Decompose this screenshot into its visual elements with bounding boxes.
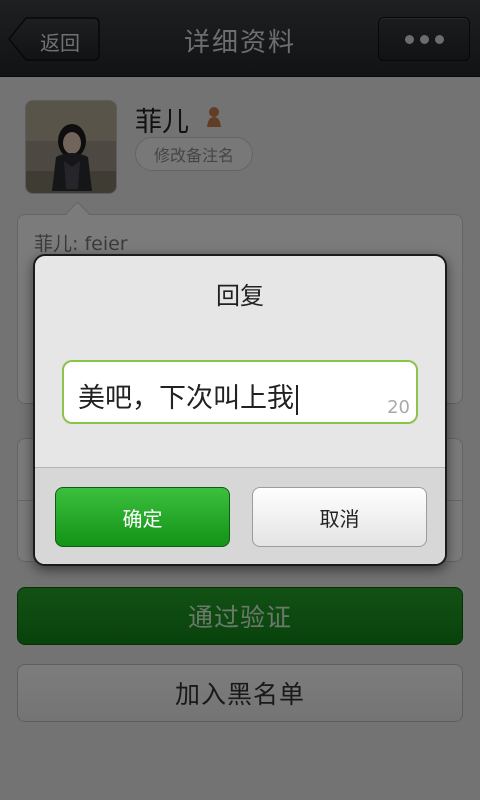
reply-input-text: 美吧，下次叫上我: [78, 376, 298, 415]
dialog-title: 回复: [216, 282, 264, 310]
text-caret: [296, 384, 298, 415]
char-counter: 20: [387, 397, 410, 418]
reply-input[interactable]: 美吧，下次叫上我 20: [62, 360, 418, 424]
cancel-button[interactable]: 取消: [252, 487, 427, 547]
dialog-footer: 确定 取消: [35, 467, 445, 564]
confirm-button[interactable]: 确定: [55, 487, 230, 547]
reply-dialog: 回复 美吧，下次叫上我 20 确定 取消: [33, 254, 447, 566]
